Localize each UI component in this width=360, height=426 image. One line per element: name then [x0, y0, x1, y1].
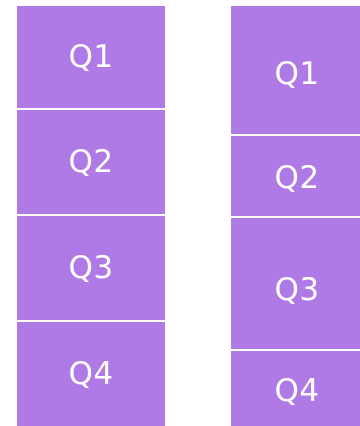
segment-q4: Q4	[17, 322, 165, 426]
equal-segments-column: Q1 Q2 Q3 Q4	[17, 6, 165, 426]
proportional-segments-column: Q1 Q2 Q3 Q4	[231, 6, 360, 426]
segment-q1: Q1	[17, 6, 165, 110]
segment-q2: Q2	[231, 136, 360, 218]
segment-q3: Q3	[231, 218, 360, 351]
segment-q2: Q2	[17, 110, 165, 216]
segment-q3: Q3	[17, 216, 165, 322]
segment-q4: Q4	[231, 351, 360, 426]
segment-q1: Q1	[231, 6, 360, 136]
